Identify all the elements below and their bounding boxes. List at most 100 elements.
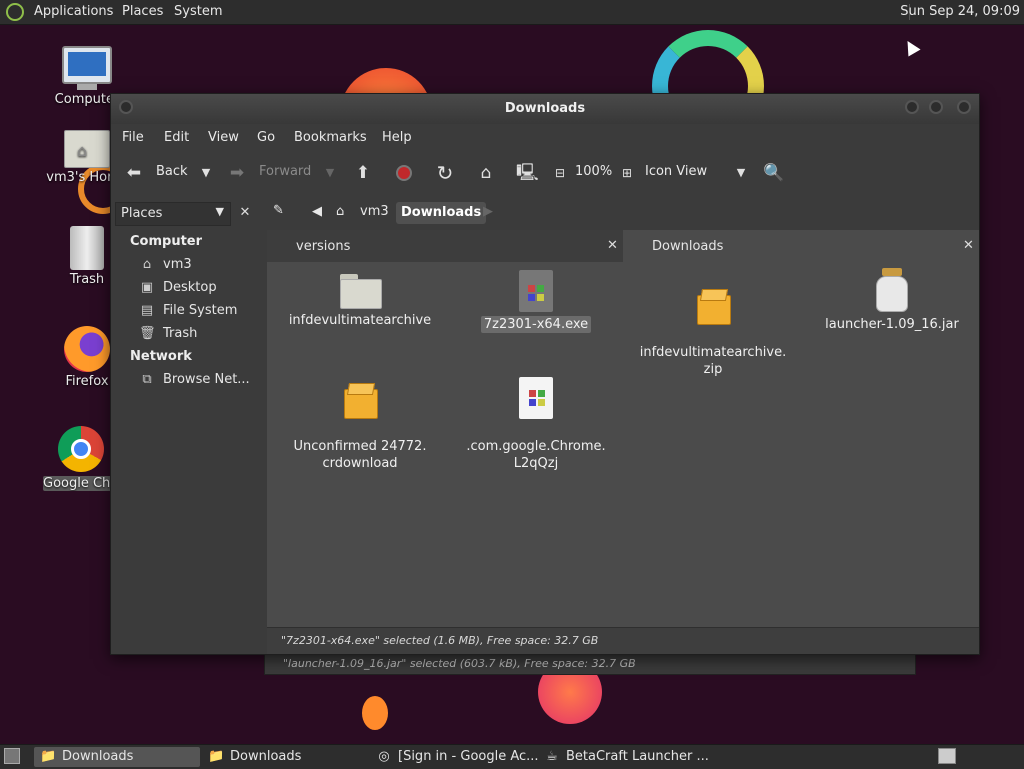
tab-versions[interactable]: versions ✕ [267, 230, 623, 262]
reload-icon[interactable]: ↻ [434, 162, 456, 184]
sidebar-item-desktop[interactable]: ▣ Desktop [139, 280, 217, 298]
places-menu[interactable]: Places [122, 4, 163, 19]
file-item-infdevultimatearchive[interactable]: infdevultimatearchive [285, 272, 435, 329]
file-manager-window[interactable]: Downloads File Edit View Go Bookmarks He… [110, 93, 980, 655]
system-menu[interactable]: System [174, 4, 222, 19]
sidebar-item-file-system[interactable]: ▤ File System [139, 303, 238, 321]
workspace-switcher-icon[interactable] [938, 748, 956, 764]
computer-icon[interactable]: 🖳 [516, 162, 539, 184]
tab-close-icon[interactable]: ✕ [607, 238, 618, 253]
file-label: infdevultimatearchive [288, 313, 432, 328]
clock[interactable]: Sun Sep 24, 09:09 [900, 4, 1020, 19]
up-arrow-icon[interactable]: ⬆ [352, 162, 374, 184]
maximize-button[interactable] [929, 100, 943, 114]
executable-icon [519, 270, 553, 312]
menu-edit[interactable]: Edit [164, 130, 189, 145]
forward-button[interactable]: Forward [259, 164, 311, 179]
file-label: .com.google.Chrome. L2qQzj [466, 439, 606, 471]
sidebar-item-browse-network[interactable]: ⧉ Browse Net... [139, 372, 249, 390]
back-history-dropdown[interactable]: ▼ [195, 162, 217, 184]
status-bar: "7z2301-x64.exe" selected (1.6 MB), Free… [267, 627, 979, 654]
forward-history-dropdown[interactable]: ▼ [319, 162, 341, 184]
menu-bookmarks[interactable]: Bookmarks [294, 130, 367, 145]
file-label: launcher-1.09_16.jar [825, 317, 959, 332]
taskbar-item-downloads-2[interactable]: 📁 Downloads [202, 747, 368, 767]
trash-icon [70, 226, 104, 270]
file-label: infdevultimatearchive. zip [639, 345, 787, 377]
window-titlebar[interactable]: Downloads [111, 94, 979, 124]
menu-view[interactable]: View [208, 130, 239, 145]
file-label: Unconfirmed 24772. crdownload [293, 439, 427, 471]
tab-close-icon[interactable]: ✕ [963, 238, 974, 253]
zoom-level: 100% [575, 164, 613, 179]
bottom-taskbar: 📁 Downloads 📁 Downloads ◎ [Sign in - Google… [0, 744, 1024, 769]
close-button[interactable] [957, 100, 971, 114]
applications-menu[interactable]: Applications [34, 4, 113, 19]
crumb-right-arrow-icon[interactable]: ▶ [483, 204, 493, 219]
package-icon [342, 381, 378, 419]
breadcrumb-downloads[interactable]: Downloads [396, 202, 487, 224]
taskbar-item-betacraft[interactable]: ☕ BetaCraft Launcher ... [538, 747, 709, 767]
menu-help[interactable]: Help [382, 130, 412, 145]
trash-icon: 🗑 [139, 326, 156, 341]
folder-icon [338, 272, 382, 309]
file-item-7z2301-x64-exe[interactable]: 7z2301-x64.exe [461, 270, 611, 333]
tab-label: versions [296, 239, 351, 254]
forward-arrow-icon[interactable]: ➡ [226, 162, 248, 184]
zoom-in-icon[interactable]: ⊞ [616, 162, 638, 184]
folder-icon: 📁 [208, 749, 225, 764]
jar-icon [876, 268, 908, 312]
top-panel: Applications Places System Sun Sep 24, 0… [0, 0, 1024, 25]
taskbar-item-chrome[interactable]: ◎ [Sign in - Google Ac... [370, 747, 538, 767]
home-folder-icon: ⌂ [64, 130, 110, 168]
back-button[interactable]: Back [156, 164, 188, 179]
java-icon: ☕ [546, 749, 558, 764]
crumb-left-arrow-icon[interactable]: ◀ [312, 204, 322, 219]
view-mode-select[interactable]: Icon View [645, 164, 707, 179]
mate-logo-icon[interactable] [6, 3, 24, 21]
file-item-launcher-jar[interactable]: launcher-1.09_16.jar [817, 268, 967, 333]
file-item-chrome-temp[interactable]: .com.google.Chrome. L2qQzj [461, 362, 611, 487]
sidebar-item-vm3[interactable]: ⌂ vm3 [139, 257, 192, 275]
sidebar-item-trash[interactable]: 🗑 Trash [139, 326, 197, 344]
menubar: File Edit View Go Bookmarks Help [111, 124, 979, 152]
places-sidebar: Computer ⌂ vm3 ▣ Desktop ▤ File System 🗑 Tra… [111, 230, 263, 654]
file-item-unconfirmed-crdownload[interactable]: Unconfirmed 24772. crdownload [285, 366, 435, 487]
chrome-icon: ◎ [378, 749, 390, 764]
search-icon[interactable]: 🔍 [763, 162, 785, 184]
close-sidebar-icon[interactable]: ✕ [235, 203, 255, 223]
zoom-out-icon[interactable]: ⊟ [549, 162, 571, 184]
view-mode-dropdown-icon[interactable]: ▼ [730, 162, 752, 184]
breadcrumb-vm3[interactable]: vm3 [360, 204, 389, 219]
edit-location-icon[interactable]: ✎ [273, 203, 284, 218]
desktop-icon-label: Google Chrome [43, 476, 119, 491]
places-label: Places [121, 206, 163, 221]
toolbar: ⬅ Back ▼ ➡ Forward ▼ ⬆ ↻ ⌂ 🖳 ⊟ 100% ⊞ Ic… [111, 152, 979, 199]
home-folder-icon: ⌂ [142, 257, 152, 272]
status-text: "7z2301-x64.exe" selected (1.6 MB), Free… [281, 634, 599, 647]
file-label: 7z2301-x64.exe [480, 316, 592, 333]
sidebar-heading-network: Network [130, 349, 192, 364]
computer-icon [62, 46, 112, 84]
menu-go[interactable]: Go [257, 130, 275, 145]
sidebar-pane-select[interactable]: Places ▼ [115, 202, 231, 226]
sidebar-heading-computer: Computer [130, 234, 203, 249]
home-icon: ⌂ [336, 204, 345, 219]
package-icon [695, 287, 731, 325]
chrome-icon [58, 426, 104, 472]
file-item-infdevultimatearchive-zip[interactable]: infdevultimatearchive. zip [638, 272, 788, 393]
taskbar-item-downloads-1[interactable]: 📁 Downloads [34, 747, 200, 767]
drive-icon: ▤ [140, 303, 154, 318]
document-icon [519, 377, 553, 419]
chevron-down-icon: ▼ [215, 205, 224, 218]
tab-bar: versions ✕ Downloads ✕ [267, 230, 979, 262]
back-arrow-icon[interactable]: ⬅ [123, 162, 145, 184]
stop-icon[interactable] [393, 162, 415, 184]
tab-downloads[interactable]: Downloads ✕ [623, 230, 979, 262]
menu-file[interactable]: File [122, 130, 144, 145]
minimize-button[interactable] [905, 100, 919, 114]
show-desktop-icon[interactable] [4, 748, 20, 764]
network-icon: ⧉ [142, 372, 152, 387]
home-icon[interactable]: ⌂ [475, 162, 497, 184]
desktop-folder-icon: ▣ [140, 280, 154, 295]
